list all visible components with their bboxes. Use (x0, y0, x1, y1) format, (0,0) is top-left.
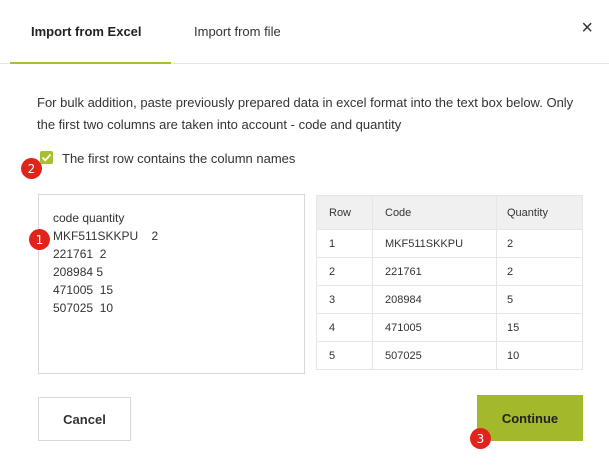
close-icon[interactable]: × (581, 18, 593, 38)
cell-code: 208984 (372, 285, 497, 314)
paste-data-textarea[interactable]: code quantity MKF511SKKPU 2 221761 2 208… (38, 194, 305, 374)
first-row-headers-label: The first row contains the column names (62, 151, 296, 166)
cell-quantity: 5 (496, 285, 583, 314)
check-icon (41, 153, 52, 162)
cell-code: 507025 (372, 341, 497, 370)
cell-row: 4 (316, 313, 373, 342)
cell-row: 1 (316, 229, 373, 258)
cell-code: 471005 (372, 313, 497, 342)
step-marker-2: 2 (21, 158, 42, 179)
cell-quantity: 10 (496, 341, 583, 370)
instructions-text: For bulk addition, paste previously prep… (37, 95, 574, 132)
step-marker-1: 1 (29, 229, 50, 250)
column-header-code: Code (372, 195, 497, 230)
textarea-line: 507025 10 (53, 301, 114, 315)
column-header-quantity: Quantity (496, 195, 583, 230)
step-marker-3: 3 (470, 428, 491, 449)
textarea-line: code quantity (53, 211, 125, 225)
tab-bar: Import from Excel Import from file × (0, 0, 609, 64)
table-header-row: Row Code Quantity (316, 195, 583, 230)
textarea-line: MKF511SKKPU 2 (53, 229, 159, 243)
cell-quantity: 15 (496, 313, 583, 342)
cell-quantity: 2 (496, 257, 583, 286)
textarea-line: 471005 15 (53, 283, 114, 297)
table-row: 1 MKF511SKKPU 2 (316, 229, 583, 258)
cancel-button[interactable]: Cancel (38, 397, 131, 441)
table-row: 4 471005 15 (316, 313, 583, 342)
tab-import-from-excel[interactable]: Import from Excel (31, 24, 142, 39)
tab-import-from-file[interactable]: Import from file (194, 24, 281, 39)
cell-row: 5 (316, 341, 373, 370)
first-row-headers-checkbox[interactable] (40, 151, 53, 164)
preview-table: Row Code Quantity 1 MKF511SKKPU 2 2 2217… (316, 195, 583, 370)
textarea-line: 208984 5 (53, 265, 104, 279)
cell-quantity: 2 (496, 229, 583, 258)
cell-row: 3 (316, 285, 373, 314)
cell-code: 221761 (372, 257, 497, 286)
cell-code: MKF511SKKPU (372, 229, 497, 258)
table-row: 5 507025 10 (316, 341, 583, 370)
column-header-row: Row (316, 195, 373, 230)
table-row: 3 208984 5 (316, 285, 583, 314)
table-row: 2 221761 2 (316, 257, 583, 286)
cell-row: 2 (316, 257, 373, 286)
textarea-line: 221761 2 (53, 247, 107, 261)
active-tab-indicator (10, 62, 171, 64)
continue-button[interactable]: Continue (477, 395, 583, 441)
